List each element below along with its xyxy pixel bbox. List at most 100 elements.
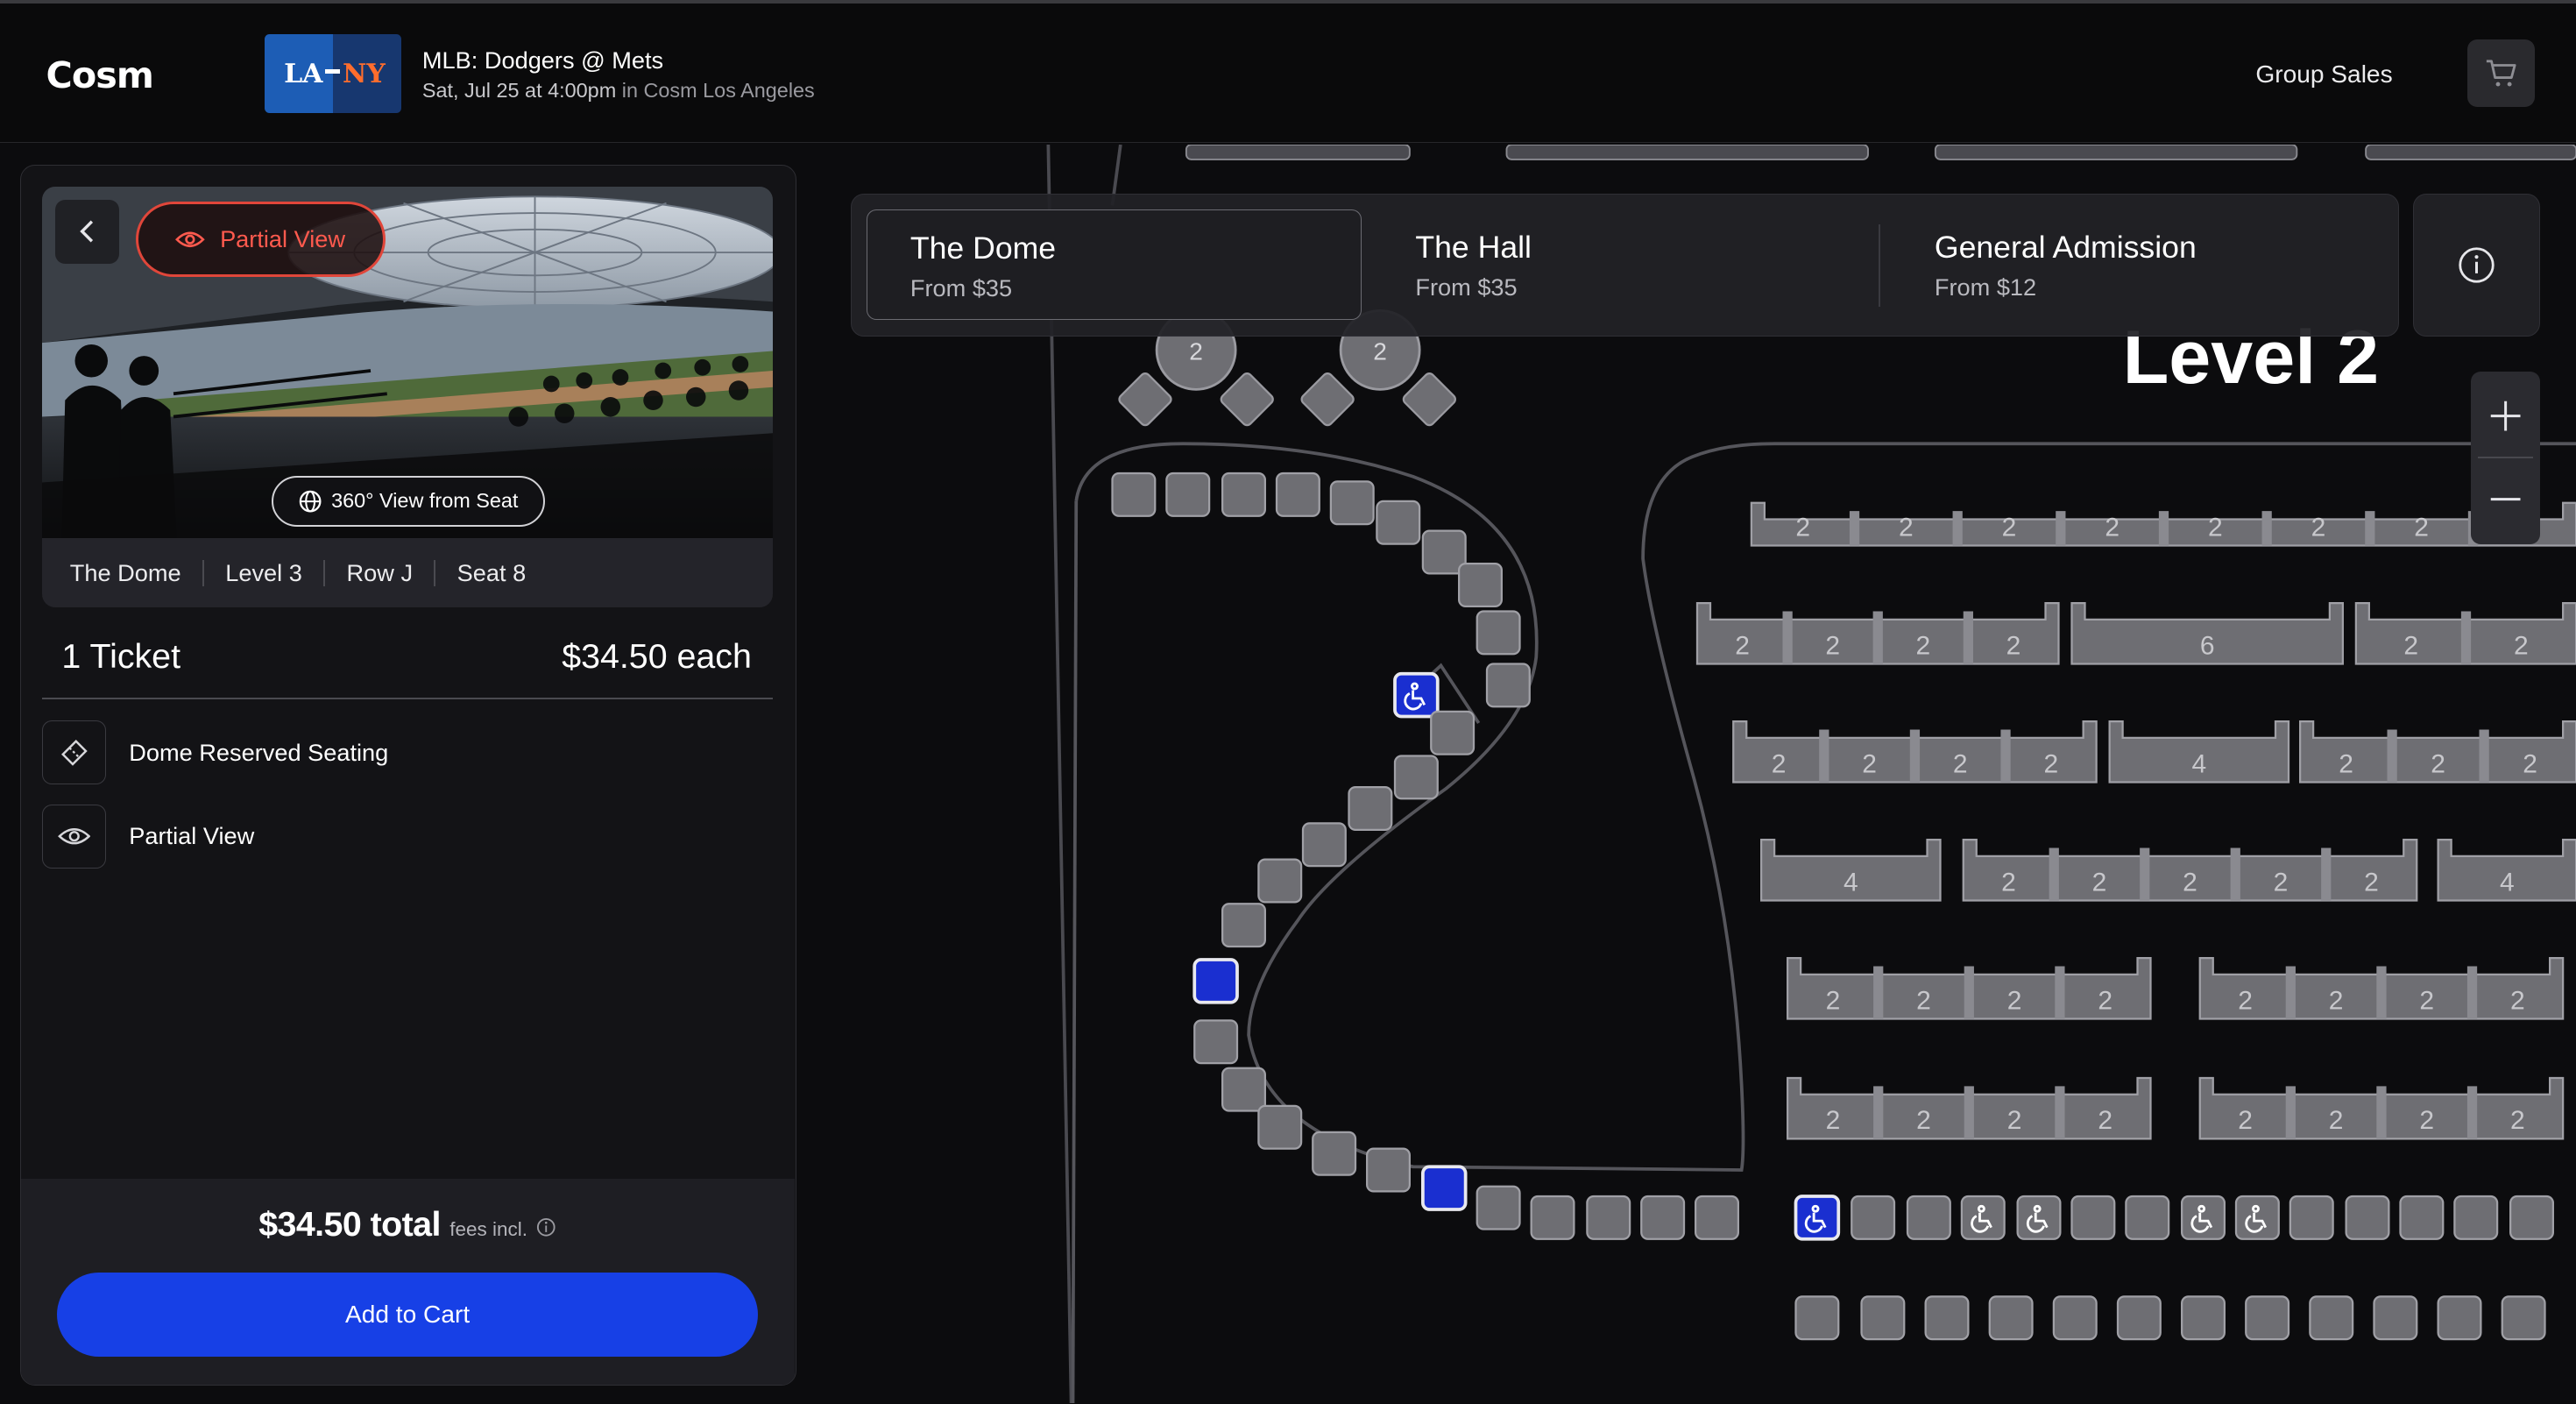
seat[interactable] (1485, 663, 1531, 708)
info-button[interactable] (2413, 194, 2540, 337)
table-partial[interactable] (1934, 145, 2298, 160)
table-partial[interactable] (2365, 145, 2576, 160)
seat[interactable] (2052, 1295, 2098, 1341)
seat[interactable] (2289, 1195, 2334, 1240)
divider (202, 559, 204, 586)
seat[interactable] (2437, 1295, 2482, 1341)
seat[interactable] (1860, 1295, 1906, 1341)
seat[interactable] (1301, 822, 1347, 868)
seat[interactable] (2245, 1295, 2289, 1341)
seat-selected[interactable] (1393, 671, 1440, 719)
seat[interactable] (1221, 472, 1266, 517)
seat[interactable] (1430, 710, 1475, 755)
seat[interactable] (1960, 1195, 2006, 1240)
seat[interactable] (1794, 1295, 1840, 1341)
table-number: 2 (2006, 631, 2020, 660)
seat[interactable] (1476, 1185, 1521, 1230)
table-divider (1872, 1086, 1884, 1139)
seat[interactable] (1694, 1195, 1739, 1240)
seat[interactable] (1193, 1019, 1238, 1065)
seat[interactable] (2125, 1195, 2170, 1240)
seat-number: Seat 8 (457, 559, 527, 587)
info-icon[interactable] (536, 1217, 556, 1237)
seat[interactable] (2016, 1195, 2062, 1240)
tab-general-admission[interactable]: General Admission From $12 (1892, 209, 2385, 320)
back-button[interactable] (54, 199, 119, 264)
table-number: 2 (2414, 513, 2429, 542)
group-sales-link[interactable]: Group Sales (2255, 60, 2392, 89)
header: Cosm LA NY MLB: Dodgers @ Mets Sat, Jul … (0, 3, 2576, 144)
seat[interactable] (1165, 472, 1211, 517)
tab-the-dome[interactable]: The Dome From $35 (867, 209, 1362, 320)
cosm-logo[interactable]: Cosm (46, 54, 154, 96)
zoom-controls (2471, 371, 2540, 544)
table-partial[interactable] (1505, 145, 1869, 160)
seat[interactable] (2373, 1295, 2418, 1341)
seat[interactable] (1988, 1295, 2034, 1341)
table-divider (2376, 1086, 2387, 1139)
table-number: 2 (2364, 868, 2379, 897)
table-divider (1963, 611, 1973, 664)
table-divider (1782, 611, 1793, 664)
seat[interactable] (1457, 563, 1503, 607)
seat[interactable] (1586, 1195, 1631, 1240)
seat[interactable] (2501, 1295, 2546, 1341)
seat[interactable] (1376, 500, 1421, 545)
table-number: 2 (1899, 513, 1914, 542)
seat[interactable] (1111, 472, 1157, 517)
table-divider (2056, 511, 2066, 546)
table-divider (1872, 611, 1883, 664)
zoom-out-button[interactable] (2471, 458, 2540, 541)
seat[interactable] (2453, 1195, 2499, 1240)
zoom-in-button[interactable] (2471, 375, 2540, 457)
seat[interactable] (1906, 1195, 1951, 1240)
seat[interactable] (2509, 1195, 2554, 1240)
seat[interactable] (1924, 1295, 1970, 1341)
seat[interactable] (2180, 1295, 2226, 1341)
seat[interactable] (1221, 1067, 1266, 1112)
seat[interactable] (1312, 1131, 1356, 1176)
table-number: 2 (2514, 631, 2529, 660)
table-divider (1909, 729, 1920, 783)
seat[interactable] (2116, 1295, 2162, 1341)
view-360-button[interactable]: 360° View from Seat (272, 475, 545, 527)
seat[interactable] (1530, 1195, 1575, 1240)
table-partial[interactable] (1185, 145, 1411, 160)
seat[interactable] (1221, 903, 1266, 948)
table-divider (2055, 966, 2065, 1019)
seat-selected[interactable] (1420, 1165, 1468, 1211)
cart-button[interactable] (2467, 39, 2536, 107)
table-number: 2 (2098, 986, 2112, 1015)
seat[interactable] (2070, 1195, 2116, 1240)
tab-the-hall[interactable]: The Hall From $35 (1373, 209, 1866, 320)
seat-selected[interactable] (1794, 1195, 1840, 1241)
table-divider (1849, 511, 1860, 546)
add-to-cart-button[interactable]: Add to Cart (56, 1273, 759, 1357)
table-divider (2261, 511, 2272, 546)
seat[interactable] (1640, 1195, 1685, 1240)
seat-selected[interactable] (1192, 958, 1239, 1004)
seat-view-photo: Partial View 360° View from Seat (41, 186, 774, 539)
seat[interactable] (2309, 1295, 2354, 1341)
seat[interactable] (1393, 755, 1439, 800)
seat[interactable] (2345, 1195, 2390, 1240)
seat[interactable] (1329, 480, 1375, 526)
seat[interactable] (2180, 1195, 2226, 1240)
table-number: 2 (1795, 513, 1810, 542)
seat[interactable] (1348, 786, 1393, 831)
table-number: 2 (2001, 868, 2016, 897)
feature-label: Dome Reserved Seating (129, 738, 389, 766)
table-divider (1872, 966, 1884, 1019)
seat[interactable] (1476, 610, 1521, 656)
seat[interactable] (1275, 472, 1320, 517)
table-divider (2365, 511, 2375, 546)
seat[interactable] (1851, 1195, 1895, 1240)
seat[interactable] (2234, 1195, 2280, 1240)
info-icon (2459, 247, 2495, 283)
seat[interactable] (2399, 1195, 2445, 1240)
seat[interactable] (1257, 1104, 1303, 1150)
seat[interactable] (1365, 1147, 1411, 1193)
seat[interactable] (1257, 858, 1303, 904)
ticket-icon (41, 720, 106, 785)
seat-section: The Dome (69, 558, 181, 586)
